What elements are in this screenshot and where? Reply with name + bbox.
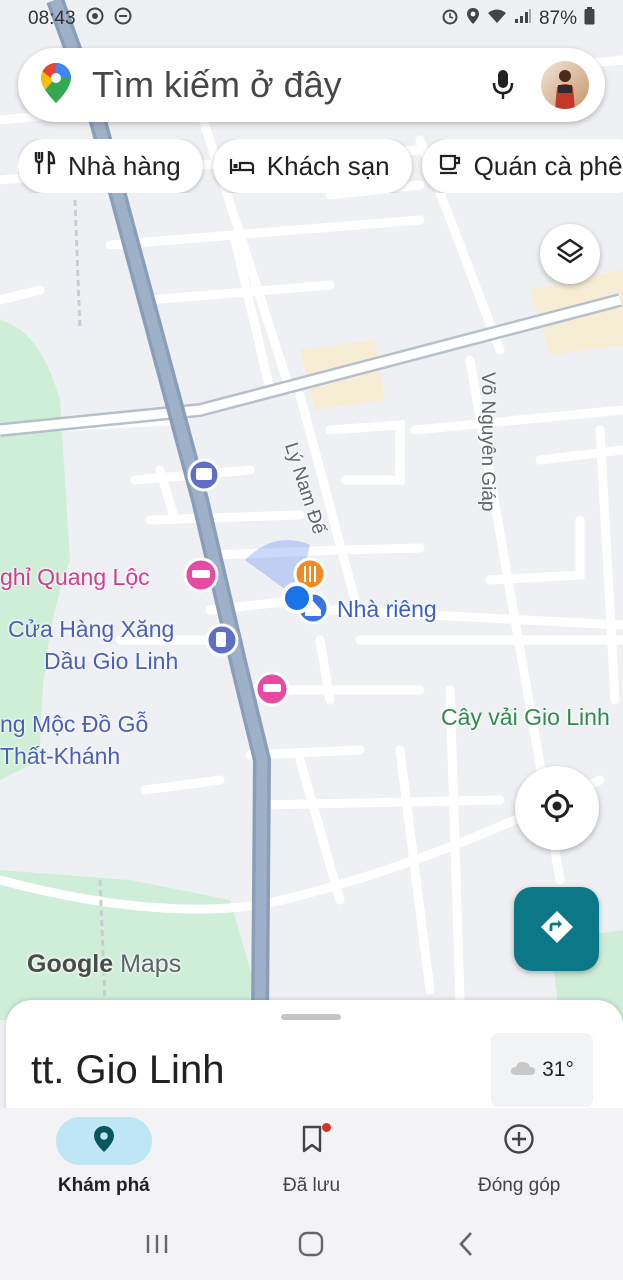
chip-coffee[interactable]: Quán cà phê: [421, 139, 623, 193]
search-input[interactable]: Tìm kiếm ở đây: [92, 64, 483, 106]
chip-label: Nhà hàng: [68, 150, 181, 181]
chip-label: Quán cà phê: [473, 150, 623, 181]
avatar[interactable]: [541, 61, 589, 109]
location-status-icon: [466, 7, 480, 31]
place-title: tt. Gio Linh: [31, 1048, 225, 1092]
place-label-wood-line1[interactable]: ng Mộc Đồ Gỗ: [0, 711, 148, 738]
nav-saved[interactable]: Đã lưu: [208, 1108, 416, 1212]
add-circle-icon: [503, 1123, 535, 1160]
fork-knife-icon: [34, 149, 56, 182]
nav-label: Đóng góp: [477, 1175, 561, 1196]
category-chips: Nhà hàng Khách sạn Quán cà phê: [18, 139, 623, 193]
sheet-drag-handle[interactable]: [281, 1014, 341, 1020]
chip-label: Khách sạn: [266, 150, 390, 181]
street-label-vo-nguyen-giap: Võ Nguyên Giáp: [477, 372, 498, 512]
coffee-icon: [438, 151, 462, 182]
nav-label: Khám phá: [57, 1175, 150, 1196]
search-bar[interactable]: Tìm kiếm ở đây: [18, 48, 605, 122]
battery-percent: 87%: [538, 8, 577, 29]
chip-hotels[interactable]: Khách sạn: [212, 139, 412, 193]
status-time: 08:43: [28, 8, 76, 29]
nav-explore[interactable]: Khám phá: [0, 1108, 208, 1212]
place-label-guesthouse[interactable]: ghỉ Quang Lộc: [0, 564, 150, 591]
system-nav-bar: [0, 1212, 623, 1280]
google-maps-pin-icon: [40, 62, 72, 109]
nav-contribute[interactable]: Đóng góp: [415, 1108, 623, 1212]
weather-chip[interactable]: 31°: [491, 1033, 593, 1107]
bottom-nav: Khám phá Đã lưu Đóng góp: [0, 1108, 623, 1212]
bookmark-icon: [301, 1125, 323, 1158]
directions-icon: [539, 909, 575, 950]
layers-button[interactable]: [540, 224, 600, 284]
place-label-wood-line2[interactable]: Thất-Khánh: [0, 743, 120, 770]
place-label-gas-line1[interactable]: Cửa Hàng Xăng: [8, 616, 174, 643]
do-not-disturb-icon: [114, 7, 132, 31]
microphone-icon[interactable]: [483, 65, 523, 105]
place-label-lychee[interactable]: Cây vải Gio Linh: [441, 704, 610, 731]
wifi-icon: [487, 8, 507, 30]
explore-pin-icon: [93, 1125, 115, 1158]
home-icon: [298, 1231, 324, 1262]
directions-button[interactable]: [514, 887, 599, 971]
notification-dot: [321, 1123, 331, 1132]
place-label-home[interactable]: Nhà riêng: [337, 596, 437, 623]
recent-apps-button[interactable]: [132, 1221, 182, 1271]
back-icon: [458, 1231, 474, 1262]
my-location-button[interactable]: [515, 766, 599, 850]
home-button[interactable]: [286, 1221, 336, 1271]
bottom-sheet[interactable]: tt. Gio Linh 31°: [6, 1000, 623, 1112]
recent-apps-icon: [144, 1233, 170, 1260]
place-label-gas-line2[interactable]: Dầu Gio Linh: [44, 648, 178, 675]
temperature: 31°: [542, 1058, 574, 1081]
signal-icon: [514, 8, 532, 30]
chrome-notification-icon: [86, 7, 104, 31]
nav-label: Đã lưu: [282, 1175, 341, 1196]
status-bar: 08:43 87%: [0, 0, 623, 38]
alarm-icon: [441, 7, 459, 31]
back-button[interactable]: [441, 1221, 491, 1271]
google-maps-logo: Google Maps: [27, 950, 182, 978]
crosshair-icon: [539, 788, 575, 829]
layers-icon: [555, 237, 585, 272]
chip-restaurants[interactable]: Nhà hàng: [18, 139, 203, 193]
cloud-icon: [510, 1058, 536, 1082]
bed-icon: [229, 151, 255, 182]
battery-icon: [584, 7, 595, 31]
gas-station-poi-top: [187, 458, 221, 492]
